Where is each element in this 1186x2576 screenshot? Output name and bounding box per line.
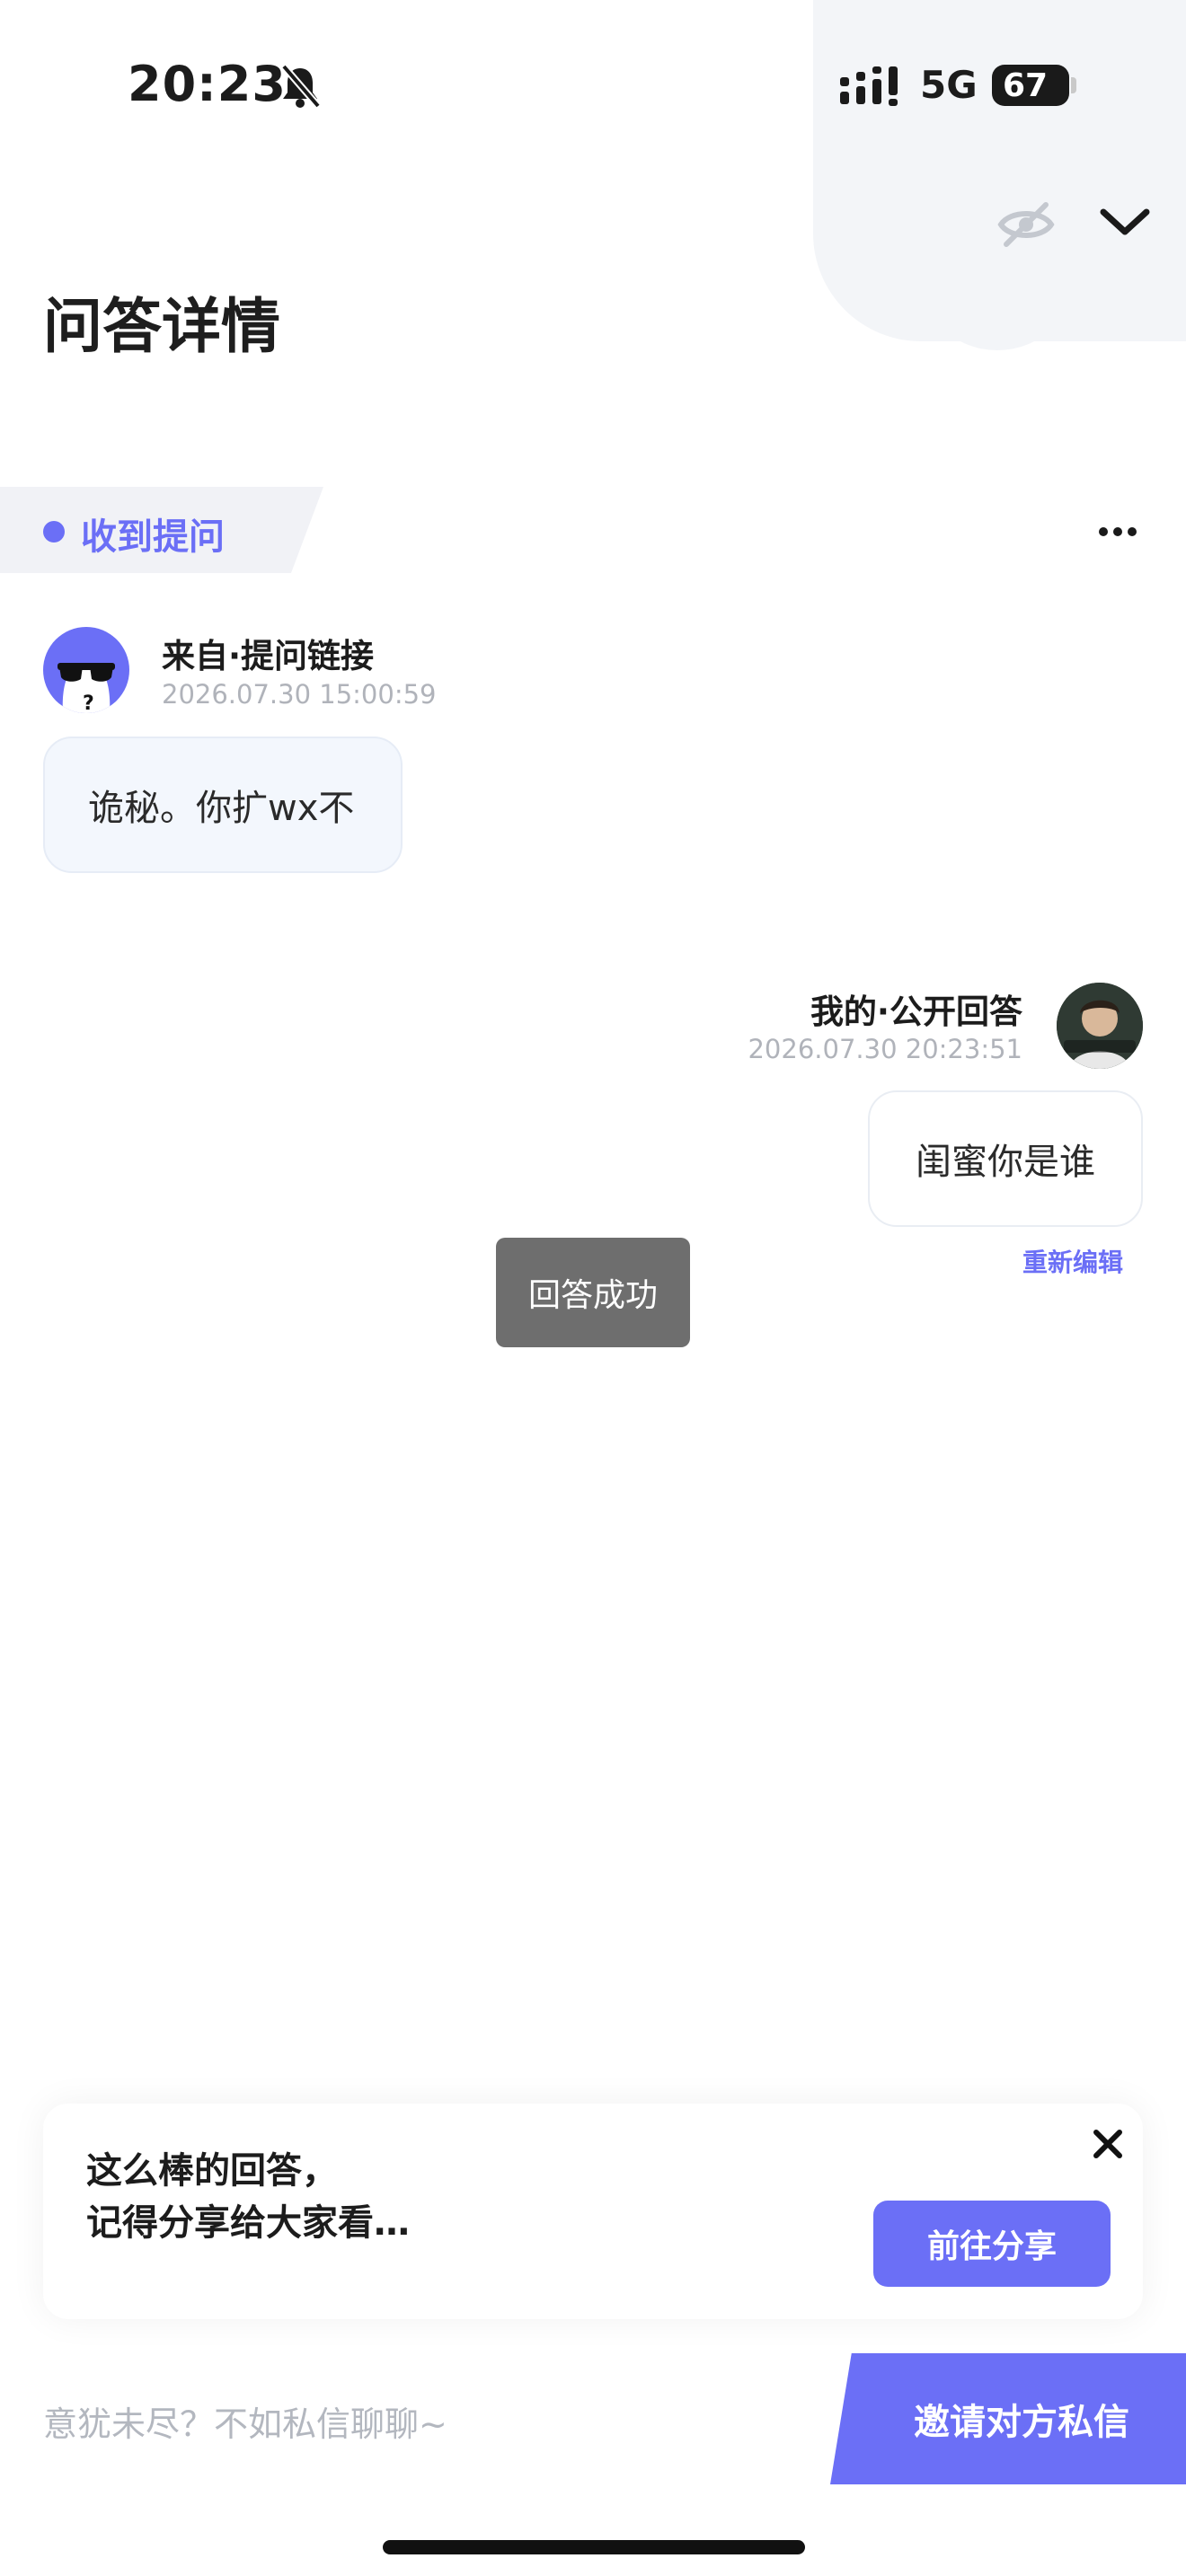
answer-timestamp: 2026.07.30 20:23:51 [748, 1034, 1022, 1064]
asker-source: 来自·提问链接 [162, 637, 375, 675]
question-tag-label: 收到提问 [81, 516, 225, 558]
page-title: 问答详情 [43, 292, 280, 361]
svg-text:?: ? [83, 693, 94, 713]
reedit-link[interactable]: 重新编辑 [1022, 1243, 1123, 1279]
hide-icon[interactable] [997, 199, 1055, 253]
battery-level: 67 [992, 65, 1069, 106]
network-type: 5G [920, 63, 978, 107]
more-icon[interactable] [1098, 525, 1137, 542]
status-time: 20:23 [128, 56, 287, 112]
asker-avatar: ? [43, 627, 129, 713]
home-indicator [383, 2540, 805, 2554]
answer-bubble: 闺蜜你是谁 [868, 1090, 1143, 1227]
message-input[interactable]: 意犹未尽？不如私信聊聊~ [43, 2396, 447, 2446]
share-text-line2: 记得分享给大家看… [86, 2202, 410, 2244]
answer-source: 我的·公开回答 [810, 992, 1022, 1031]
question-timestamp: 2026.07.30 15:00:59 [162, 679, 437, 710]
my-avatar[interactable] [1057, 983, 1143, 1069]
question-bubble: 诡秘。你扩wx不 [43, 737, 403, 873]
tag-dot [43, 521, 65, 543]
invite-message-button[interactable]: 邀请对方私信 [830, 2353, 1186, 2484]
chevron-down-icon[interactable] [1098, 205, 1152, 244]
share-text-line1: 这么棒的回答， [86, 2150, 338, 2192]
success-toast: 回答成功 [496, 1238, 690, 1347]
battery-tip [1071, 77, 1076, 93]
signal-icon [840, 65, 903, 110]
bell-muted-icon [279, 63, 322, 113]
close-icon[interactable] [1091, 2127, 1125, 2165]
go-share-button[interactable]: 前往分享 [873, 2201, 1111, 2287]
